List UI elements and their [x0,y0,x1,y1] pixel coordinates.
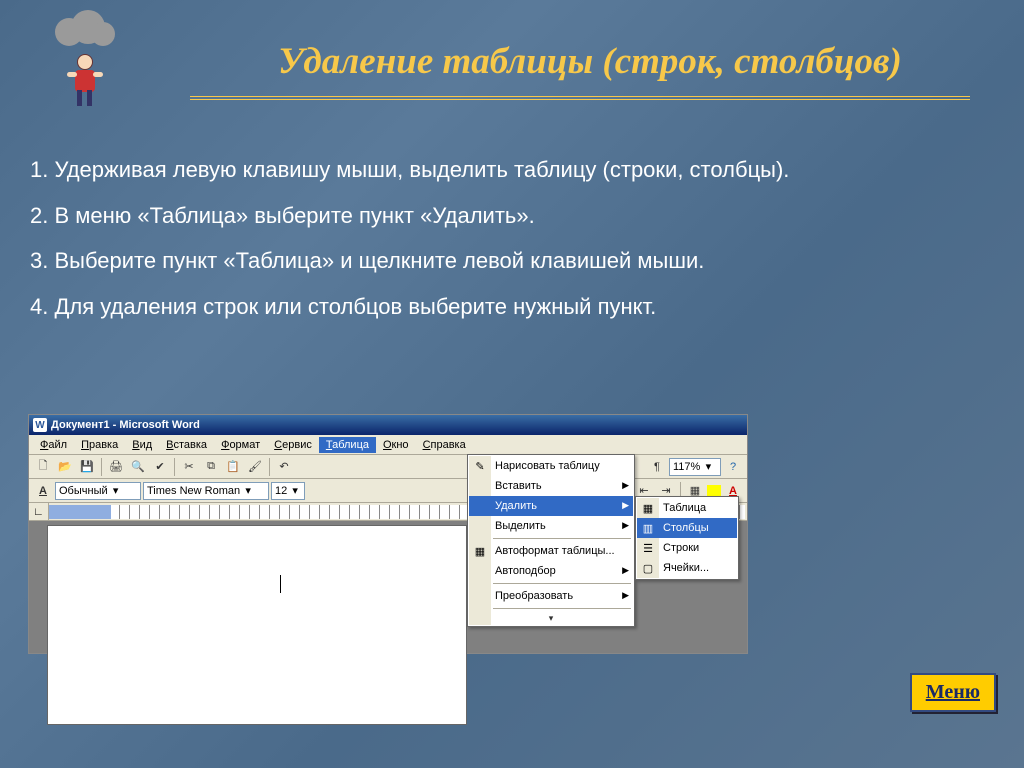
spellcheck-icon[interactable]: ✔ [150,457,170,477]
menu-item-draw-table[interactable]: ✎ Нарисовать таблицу [469,456,633,476]
delete-rows-icon: ☰ [637,538,659,558]
preview-icon[interactable]: 🔍 [128,457,148,477]
fontsize-combo[interactable]: 12 ▾ [271,482,305,500]
menu-insert[interactable]: Вставка [159,437,214,453]
submenu-item-table[interactable]: ▦ Таблица [637,498,737,518]
title-underline [190,96,970,102]
step-4: 4. Для удаления строк или столбцов выбер… [30,292,994,322]
menu-file[interactable]: Файл [33,437,74,453]
slide-mascot [40,10,130,130]
submenu-item-columns[interactable]: ▥ Столбцы [637,518,737,538]
delete-columns-icon: ▥ [637,518,659,538]
highlight-icon[interactable] [707,485,721,497]
submenu-arrow-icon: ▶ [622,565,629,576]
cloud-icon [55,10,115,46]
save-icon[interactable]: 💾 [77,457,97,477]
print-icon[interactable]: 🖨 [106,457,126,477]
menu-separator [493,538,631,539]
undo-icon[interactable]: ↶ [274,457,294,477]
font-value: Times New Roman [147,485,240,497]
menu-item-select[interactable]: Выделить ▶ [469,516,633,536]
help-icon[interactable]: ? [723,457,743,477]
style-combo[interactable]: Обычный ▾ [55,482,141,500]
copy-icon[interactable]: ⧉ [201,457,221,477]
word-menubar[interactable]: Файл Правка Вид Вставка Формат Сервис Та… [29,435,747,455]
paste-icon[interactable]: 📋 [223,457,243,477]
page[interactable] [47,525,467,725]
menu-tools[interactable]: Сервис [267,437,319,453]
menu-item-insert[interactable]: Вставить ▶ [469,476,633,496]
menu-format[interactable]: Формат [214,437,267,453]
menu-help[interactable]: Справка [416,437,473,453]
style-indicator-icon[interactable]: А [33,481,53,501]
step-2: 2. В меню «Таблица» выберите пункт «Удал… [30,201,994,231]
pencil-icon: ✎ [469,456,491,476]
menu-expand-chevron-icon[interactable]: ▾ [469,611,633,625]
show-marks-icon[interactable]: ¶ [647,457,667,477]
font-combo[interactable]: Times New Roman ▾ [143,482,269,500]
step-3: 3. Выберите пункт «Таблица» и щелкните л… [30,246,994,276]
menu-table[interactable]: Таблица [319,437,376,453]
word-titlebar[interactable]: W Документ1 - Microsoft Word [29,415,747,435]
delete-table-icon: ▦ [637,498,659,518]
submenu-item-cells[interactable]: ▢ Ячейки... [637,558,737,578]
delete-cells-icon: ▢ [637,558,659,578]
menu-edit[interactable]: Правка [74,437,125,453]
chevron-down-icon[interactable]: ▾ [110,484,122,497]
menu-item-convert[interactable]: Преобразовать ▶ [469,586,633,606]
word-title-text: Документ1 - Microsoft Word [51,419,200,431]
person-icon [67,54,103,114]
menu-item-delete[interactable]: Удалить ▶ [469,496,633,516]
open-icon[interactable]: 📂 [55,457,75,477]
step-1: 1. Удерживая левую клавишу мыши, выделит… [30,155,994,185]
word-toolbar-standard[interactable]: 🗋 📂 💾 🖨 🔍 ✔ ✂ ⧉ 📋 🖌 ↶ ¶ 117% ▾ ? [29,455,747,479]
menu-separator [493,583,631,584]
tab-selector[interactable]: ∟ [29,503,49,521]
chevron-down-icon[interactable]: ▾ [702,460,714,473]
word-app-icon: W [33,418,47,432]
submenu-arrow-icon: ▶ [622,590,629,601]
chevron-down-icon[interactable]: ▾ [242,484,254,497]
slide-body: 1. Удерживая левую клавишу мыши, выделит… [30,155,994,338]
style-value: Обычный [59,485,108,497]
submenu-item-rows[interactable]: ☰ Строки [637,538,737,558]
submenu-arrow-icon: ▶ [622,520,629,531]
zoom-combo[interactable]: 117% ▾ [669,458,721,476]
menu-button[interactable]: Меню [910,673,996,712]
slide-title: Удаление таблицы (строк, столбцов) [190,40,990,83]
menu-item-autofit[interactable]: Автоподбор ▶ [469,561,633,581]
autoformat-icon: ▦ [469,541,491,561]
delete-submenu[interactable]: ▦ Таблица ▥ Столбцы ☰ Строки ▢ Ячейки... [635,496,739,580]
menu-window[interactable]: Окно [376,437,416,453]
cut-icon[interactable]: ✂ [179,457,199,477]
submenu-arrow-icon: ▶ [622,500,629,511]
menu-item-autoformat[interactable]: ▦ Автоформат таблицы... [469,541,633,561]
text-cursor [280,575,281,593]
zoom-value: 117% [673,461,700,473]
table-menu-dropdown[interactable]: ✎ Нарисовать таблицу Вставить ▶ Удалить … [467,454,635,627]
menu-separator [493,608,631,609]
format-painter-icon[interactable]: 🖌 [245,457,265,477]
chevron-down-icon[interactable]: ▾ [289,484,301,497]
submenu-arrow-icon: ▶ [622,480,629,491]
menu-view[interactable]: Вид [125,437,159,453]
new-icon[interactable]: 🗋 [33,457,53,477]
fontsize-value: 12 [275,485,287,497]
